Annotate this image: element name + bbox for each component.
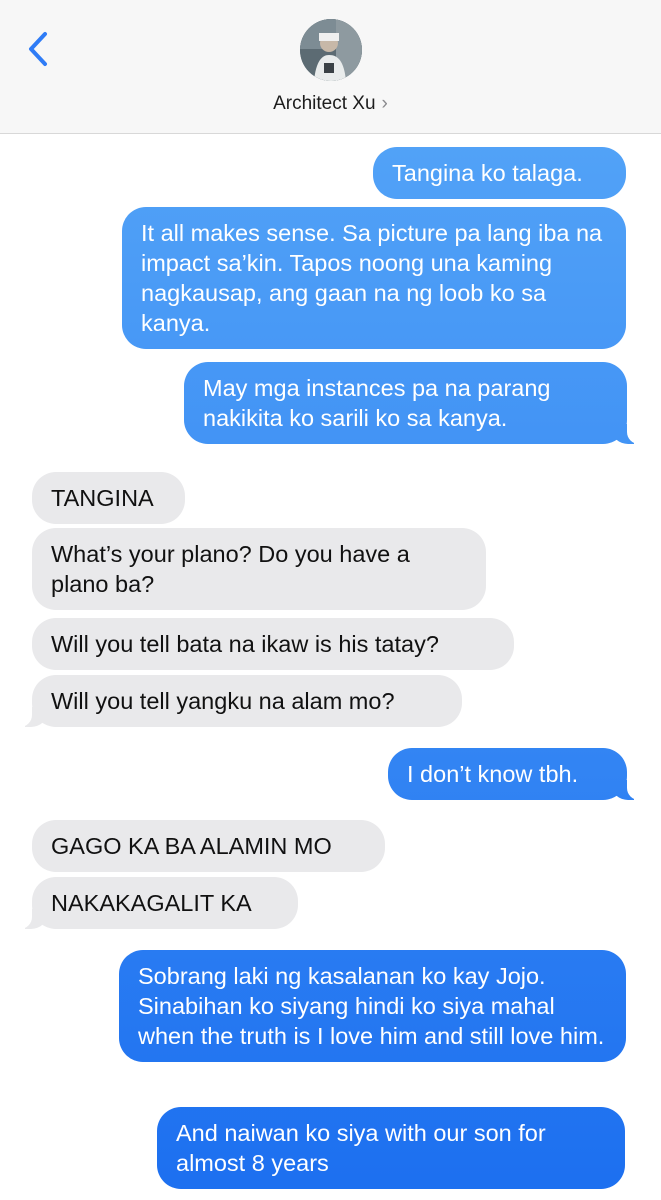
message-bubble-received: GAGO KA BA ALAMIN MO [32,820,385,872]
message-bubble-sent: And naiwan ko siya with our son for almo… [157,1107,625,1189]
message-text: GAGO KA BA ALAMIN MO [51,833,332,859]
message-bubble-received: What’s your plano? Do you have a plano b… [32,528,486,610]
contact-name-label: Architect Xu [273,93,376,114]
chevron-left-icon [29,32,47,66]
message-text: I don’t know tbh. [407,761,579,787]
message-text: Will you tell yangku na alam mo? [51,688,395,714]
message-text: And naiwan ko siya with our son for almo… [176,1120,546,1176]
contact-name[interactable]: Architect Xu › [0,93,661,115]
contact-avatar[interactable] [300,19,362,81]
message-bubble-received: Will you tell yangku na alam mo? [6,675,462,727]
message-text: NAKAKAGALIT KA [51,890,252,916]
message-text: Tangina ko talaga. [392,160,583,186]
message-bubble-received: Will you tell bata na ikaw is his tatay? [32,618,514,670]
message-bubble-sent: It all makes sense. Sa picture pa lang i… [122,207,626,349]
conversation-header: Architect Xu › [0,0,661,134]
message-text: What’s your plano? Do you have a plano b… [51,541,410,597]
message-bubble-sent: Sobrang laki ng kasalanan ko kay Jojo. S… [119,950,626,1062]
chevron-right-icon: › [381,93,388,114]
message-text: Sobrang laki ng kasalanan ko kay Jojo. S… [138,963,605,1049]
message-text: Will you tell bata na ikaw is his tatay? [51,631,439,657]
message-bubble-sent: May mga instances pa na parang nakikita … [184,362,653,444]
message-text: TANGINA [51,485,154,511]
message-text: It all makes sense. Sa picture pa lang i… [141,220,603,336]
message-bubble-sent: I don’t know tbh. [388,748,653,800]
message-bubble-received: TANGINA [32,472,185,524]
message-bubble-received: NAKAKAGALIT KA [6,877,298,929]
message-text: May mga instances pa na parang nakikita … [203,375,551,431]
back-button[interactable] [20,24,60,74]
message-bubble-sent: Tangina ko talaga. [373,147,626,199]
avatar-photo [300,19,362,81]
